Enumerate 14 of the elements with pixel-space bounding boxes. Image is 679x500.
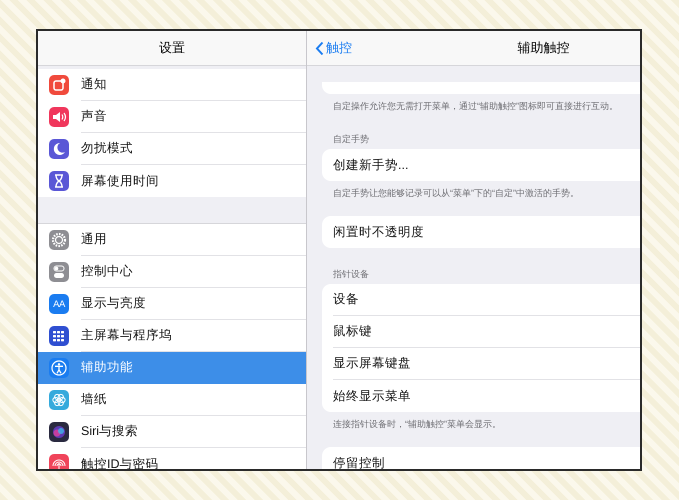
list-item[interactable]: 鼠标键 xyxy=(333,316,640,348)
list-item[interactable]: 设备 xyxy=(333,284,640,316)
section-footer: 连接指针设备时，“辅助触控”菜单会显示。 xyxy=(307,412,640,431)
back-button[interactable]: 触控 xyxy=(315,39,352,57)
list-item[interactable]: 始终显示菜单 xyxy=(333,380,640,412)
section-header: 指针设备 xyxy=(332,268,370,281)
section-header: 自定手势 xyxy=(332,133,370,146)
page-title: 辅助触控 xyxy=(518,40,570,55)
section-footer: 自定操作允许您无需打开菜单，通过“辅助触控”图标即可直接进行互动。 xyxy=(307,94,640,113)
section-footer: 自定手势让您能够记录可以从“菜单”下的“自定”中激活的手势。 xyxy=(307,181,640,200)
chevron-icon xyxy=(315,40,324,56)
text-size-icon: AA xyxy=(49,294,69,314)
list-item[interactable]: 显示屏幕键盘 xyxy=(333,348,640,380)
sidebar-title: 设置 xyxy=(38,31,306,66)
